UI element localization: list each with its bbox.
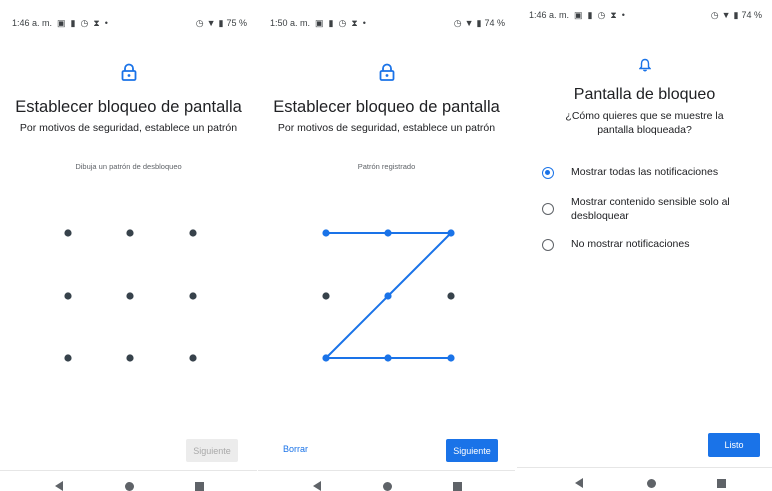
screen-set-pattern: 1:46 a. m. ▣ ▮ ◷ ⧗ • ◷ ▼ ▮ 75 % Establec… <box>0 0 257 491</box>
page-subtitle: ¿Cómo quieres que se muestre la pantalla… <box>565 110 724 136</box>
battery-level: 74 % <box>741 10 762 20</box>
nav-bar <box>517 467 772 488</box>
wifi-icon: ▼ <box>721 10 731 20</box>
back-icon[interactable] <box>575 478 583 488</box>
pattern-dot-3[interactable] <box>447 229 455 237</box>
done-button[interactable]: Listo <box>708 433 760 457</box>
pattern-dot-4[interactable] <box>64 292 72 300</box>
pattern-dot-2[interactable] <box>384 229 392 237</box>
option-no-notifications[interactable]: No mostrar notificaciones <box>542 237 762 251</box>
recents-icon[interactable] <box>195 482 204 491</box>
pattern-line <box>325 295 389 359</box>
radio-button[interactable] <box>542 203 554 215</box>
image-icon: ▣ <box>574 10 583 20</box>
pattern-dot-3[interactable] <box>189 229 197 237</box>
page-title: Pantalla de bloqueo <box>573 86 716 103</box>
option-label: No mostrar notificaciones <box>571 238 690 250</box>
pattern-line <box>387 232 452 297</box>
dot-icon: • <box>621 10 625 20</box>
recents-icon[interactable] <box>453 482 462 491</box>
bell-icon <box>638 58 651 72</box>
alarm-icon: ◷ <box>710 10 719 20</box>
hourglass-icon: ⧗ <box>610 10 617 20</box>
pattern-dot-9[interactable] <box>189 354 197 362</box>
pattern-dot-7[interactable] <box>64 354 72 362</box>
pattern-dot-4[interactable] <box>322 292 330 300</box>
pattern-dot-7[interactable] <box>322 354 330 362</box>
nav-bar <box>0 470 257 491</box>
next-button[interactable]: Siguiente <box>446 439 498 462</box>
screen-lock-notifications: 1:46 a. m. ▣ ▮ ◷ ⧗ • ◷ ▼ ▮ 74 % Pantalla… <box>517 0 772 491</box>
home-icon[interactable] <box>383 482 392 491</box>
screen-pattern-recorded: 1:50 a. m. ▣ ▮ ◷ ⧗ • ◷ ▼ ▮ 74 % Establec… <box>258 0 515 491</box>
option-sensitive-on-unlock[interactable]: Mostrar contenido sensible solo al desbl… <box>542 195 750 223</box>
pattern-dot-6[interactable] <box>447 292 455 300</box>
home-icon[interactable] <box>647 479 656 488</box>
battery-icon: ▮ <box>733 10 739 20</box>
pattern-dot-9[interactable] <box>447 354 455 362</box>
sim-icon: ▮ <box>587 10 593 20</box>
alarm-clock-icon: ◷ <box>597 10 606 20</box>
pattern-dot-6[interactable] <box>189 292 197 300</box>
option-label: Mostrar contenido sensible solo al desbl… <box>571 196 730 222</box>
pattern-dot-8[interactable] <box>126 354 134 362</box>
back-icon[interactable] <box>313 481 321 491</box>
radio-button[interactable] <box>542 239 554 251</box>
pattern-grid[interactable] <box>0 0 257 420</box>
pattern-dot-1[interactable] <box>322 229 330 237</box>
pattern-dot-8[interactable] <box>384 354 392 362</box>
nav-bar <box>258 470 515 491</box>
radio-button[interactable] <box>542 167 554 179</box>
pattern-dot-1[interactable] <box>64 229 72 237</box>
status-right: ◷ ▼ ▮ 74 % <box>711 10 762 20</box>
recents-icon[interactable] <box>717 479 726 488</box>
pattern-dot-5[interactable] <box>384 292 392 300</box>
header-icon-wrap <box>517 58 772 72</box>
pattern-dot-5[interactable] <box>126 292 134 300</box>
status-left: 1:46 a. m. ▣ ▮ ◷ ⧗ • <box>529 10 625 20</box>
option-label: Mostrar todas las notificaciones <box>571 166 719 178</box>
clear-button[interactable]: Borrar <box>283 444 308 454</box>
back-icon[interactable] <box>55 481 63 491</box>
status-time: 1:46 a. m. <box>529 10 570 20</box>
status-bar: 1:46 a. m. ▣ ▮ ◷ ⧗ • ◷ ▼ ▮ 74 % <box>517 6 772 28</box>
pattern-dot-2[interactable] <box>126 229 134 237</box>
pattern-grid[interactable] <box>258 0 515 420</box>
next-button[interactable]: Siguiente <box>186 439 238 462</box>
home-icon[interactable] <box>125 482 134 491</box>
option-show-all[interactable]: Mostrar todas las notificaciones <box>542 165 762 179</box>
